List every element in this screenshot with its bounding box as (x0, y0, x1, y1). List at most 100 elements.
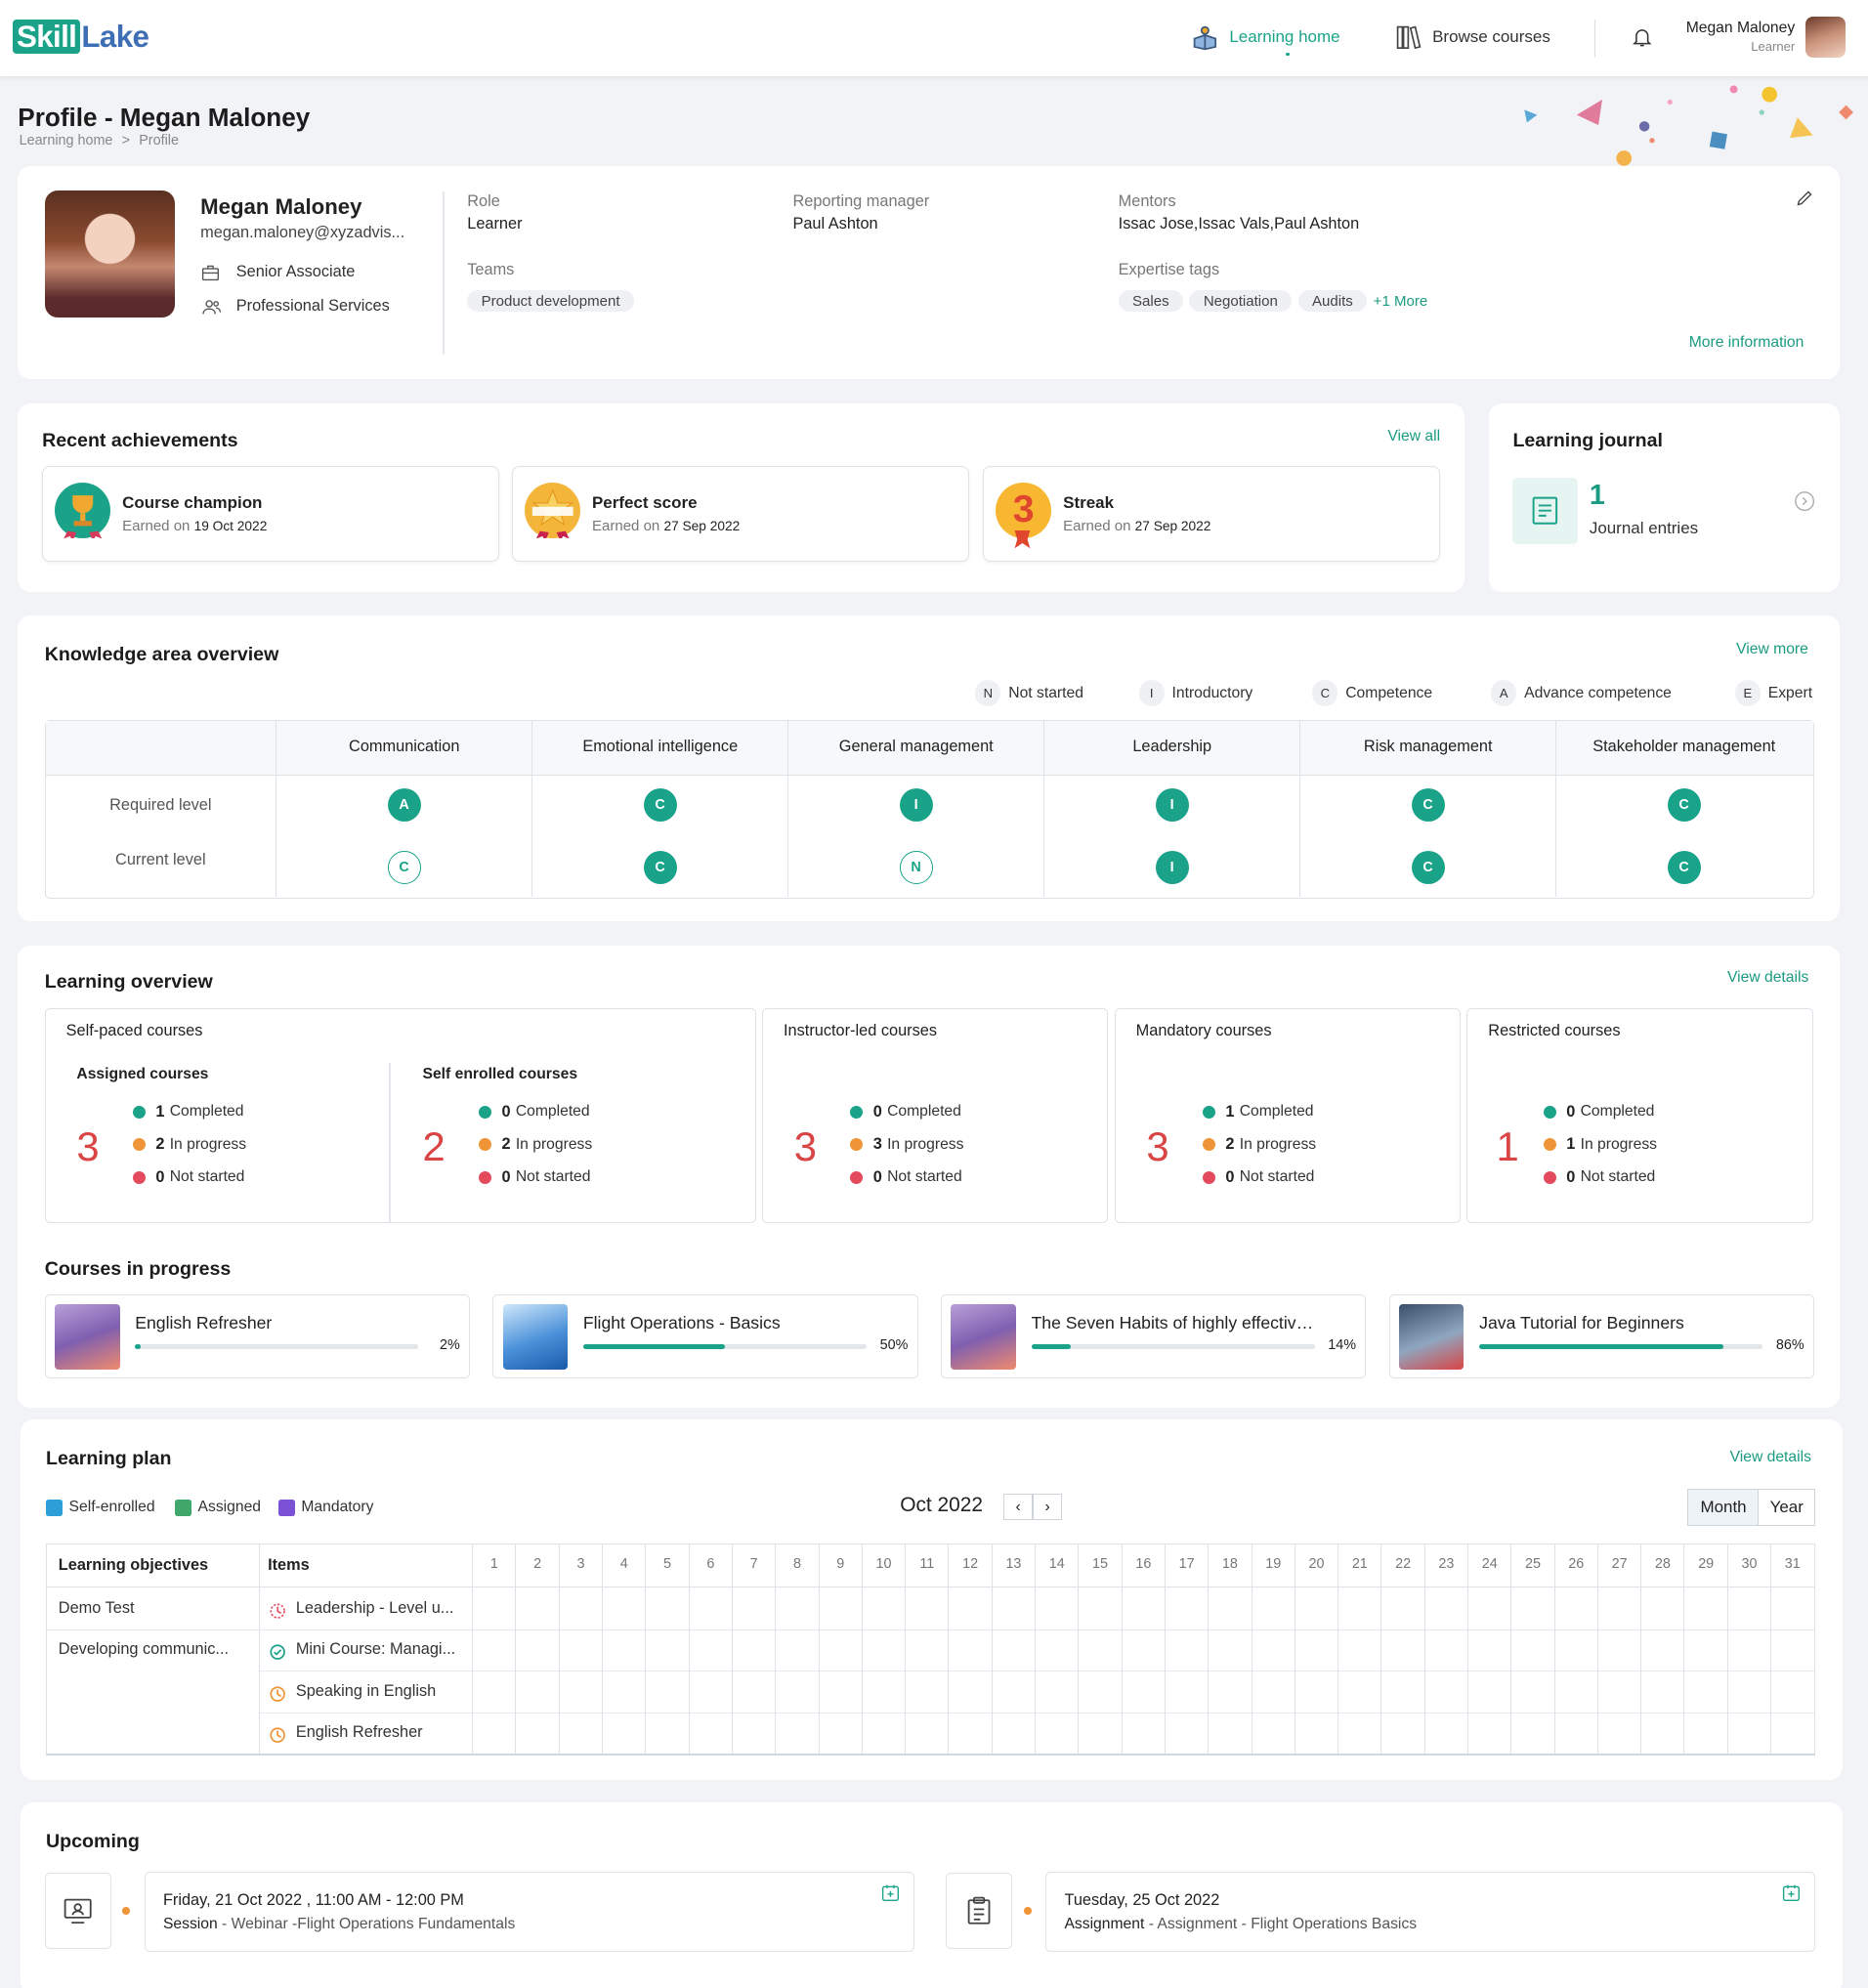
star-medal-icon (524, 482, 581, 541)
status-count: 2 (501, 1135, 511, 1154)
overview-view-details[interactable]: View details (1727, 969, 1808, 987)
month-view-toggle[interactable]: Month (1687, 1488, 1760, 1526)
status-count: 0 (1225, 1167, 1235, 1186)
mentors-value: Issac Jose,Issac Vals,Paul Ashton (1118, 214, 1360, 233)
knowledge-area-name: Risk management (1363, 737, 1493, 755)
manager-value: Paul Ashton (792, 214, 878, 233)
course-progress-card[interactable]: English Refresher 2% (44, 1293, 470, 1379)
progress-fill (582, 1343, 725, 1349)
breadcrumb-home[interactable]: Learning home (20, 133, 113, 148)
skilllake-logo[interactable]: Skill Lake (13, 20, 149, 55)
plan-view-details[interactable]: View details (1730, 1449, 1811, 1466)
plan-objective: Demo Test (58, 1598, 135, 1617)
tags-more-link[interactable]: +1 More (1374, 293, 1428, 310)
course-thumbnail (1398, 1304, 1465, 1370)
status-count: 0 (501, 1167, 511, 1186)
course-progress-card[interactable]: Flight Operations - Basics 50% (492, 1293, 918, 1379)
next-month-button[interactable]: › (1033, 1493, 1063, 1521)
course-progress-card[interactable]: Java Tutorial for Beginners 86% (1388, 1293, 1814, 1379)
knowledge-area-name: Stakeholder management (1592, 737, 1776, 755)
day-number: 28 (1654, 1555, 1671, 1572)
add-to-calendar-icon[interactable] (880, 1882, 901, 1903)
teams-label: Teams (467, 260, 515, 278)
plan-item[interactable]: English Refresher (296, 1723, 462, 1742)
day-number: 30 (1741, 1555, 1758, 1572)
bell-icon[interactable] (1631, 25, 1654, 49)
status-dot (132, 1138, 146, 1152)
chevron-right-circle-icon[interactable] (1794, 490, 1815, 512)
col-items: Items (268, 1555, 310, 1574)
legend-mandatory: Mandatory (277, 1499, 373, 1516)
required-level-badge: C (1411, 788, 1445, 823)
plan-item[interactable]: Speaking in English (296, 1682, 462, 1701)
day-column: 13 (991, 1544, 1035, 1755)
earned-prefix: Earned on (1063, 518, 1131, 535)
logo-part-b: Lake (81, 19, 149, 54)
earned-date: 27 Sep 2022 (1134, 519, 1211, 534)
status-label: Completed (1239, 1103, 1314, 1121)
nav-browse-courses[interactable]: Browse courses (1394, 23, 1550, 52)
avatar[interactable] (1804, 16, 1847, 58)
course-thumbnail (951, 1304, 1016, 1370)
status-label: In progress (1239, 1135, 1317, 1153)
achievements-view-all[interactable]: View all (1387, 428, 1440, 445)
status-dot (1202, 1170, 1215, 1184)
legend-advance-competence: A Advance competence (1491, 680, 1672, 706)
progress-percent: 86% (1775, 1337, 1804, 1354)
status-count-completed: 1 Completed (1202, 1103, 1314, 1121)
achievement-card[interactable]: 3 Streak Earned on 27 Sep 2022 (983, 465, 1440, 562)
status-dot (479, 1138, 492, 1152)
status-count: 0 (872, 1167, 882, 1186)
status-count: 0 (872, 1102, 882, 1121)
trophy-medal-icon (54, 482, 111, 541)
day-number: 24 (1481, 1555, 1498, 1572)
knowledge-view-more[interactable]: View more (1736, 641, 1808, 658)
profile-photo (44, 190, 176, 318)
day-number: 5 (663, 1555, 672, 1572)
current-level-badge: C (643, 851, 677, 885)
legend-label: Introductory (1171, 684, 1253, 701)
plan-item[interactable]: Leadership - Level u... (296, 1599, 462, 1618)
more-information-link[interactable]: More information (1689, 334, 1804, 352)
earned-prefix: Earned on (122, 518, 191, 535)
year-view-toggle[interactable]: Year (1758, 1488, 1816, 1526)
achievement-card[interactable]: Perfect score Earned on 27 Sep 2022 (511, 465, 969, 562)
course-progress-card[interactable]: The Seven Habits of highly effective p..… (941, 1293, 1367, 1379)
achievement-card[interactable]: Course champion Earned on 19 Oct 2022 (42, 465, 499, 562)
upcoming-desc: Assignment - Assignment - Flight Operati… (1064, 1916, 1417, 1933)
legend-code: C (1312, 680, 1338, 706)
upcoming-item[interactable]: Friday, 21 Oct 2022 , 11:00 AM - 12:00 P… (144, 1871, 914, 1952)
upcoming-desc-text: - Webinar -Flight Operations Fundamental… (217, 1916, 516, 1933)
day-column: 3 (558, 1544, 602, 1755)
upcoming-item[interactable]: Tuesday, 25 Oct 2022 Assignment - Assign… (1045, 1871, 1816, 1952)
prev-month-button[interactable]: ‹ (1003, 1493, 1034, 1521)
assigned-courses-label: Assigned courses (76, 1066, 209, 1083)
briefcase-icon (202, 265, 220, 281)
status-dot (1543, 1105, 1556, 1120)
status-count-not-started: 0 Not started (1202, 1167, 1314, 1187)
day-number: 3 (576, 1555, 585, 1572)
status-label: Completed (169, 1103, 244, 1121)
add-to-calendar-icon[interactable] (1781, 1882, 1802, 1903)
status-count-in-progress: 3 In progress (850, 1135, 963, 1154)
edit-pencil-icon[interactable] (1795, 188, 1815, 208)
session-icon (44, 1872, 111, 1950)
required-level-badge: I (1155, 788, 1189, 823)
status-count: 3 (872, 1135, 882, 1154)
day-column: 1 (472, 1544, 515, 1755)
user-menu[interactable]: Megan Maloney Learner (1660, 20, 1796, 55)
required-level-label: Required level (109, 796, 212, 815)
nav-learning-home[interactable]: Learning home (1191, 23, 1340, 57)
col-learning-objectives: Learning objectives (58, 1555, 209, 1574)
status-dot (1543, 1170, 1556, 1184)
upcoming-desc: Session - Webinar -Flight Operations Fun… (163, 1916, 515, 1933)
learning-plan-grid: Learning objectives Items Demo Test Leade… (46, 1543, 1816, 1755)
day-number: 11 (919, 1555, 935, 1572)
status-dot (1202, 1105, 1215, 1120)
profile-email: megan.maloney@xyzadvis... (200, 223, 405, 241)
knowledge-column: General management I N (786, 720, 1044, 898)
knowledge-column: Emotional intelligence C C (531, 720, 788, 898)
status-count: 2 (155, 1135, 165, 1154)
course-name: Flight Operations - Basics (582, 1313, 781, 1333)
plan-item[interactable]: Mini Course: Managi... (296, 1640, 462, 1659)
